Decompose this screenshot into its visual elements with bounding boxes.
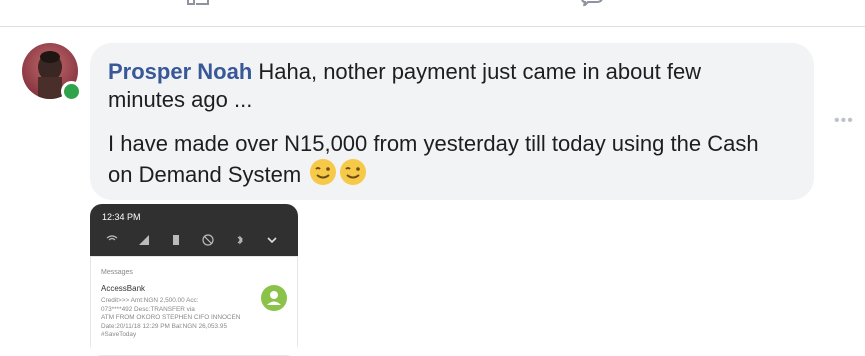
comment-line-3: I have made over N15,000 from yesterday … bbox=[108, 131, 759, 156]
notification-body-line: Date:20/11/18 12:29 PM Bal:NGN 26,053.95 bbox=[101, 322, 227, 330]
bluetooth-icon bbox=[237, 235, 243, 245]
chevron-down-icon bbox=[267, 237, 277, 244]
like-icon[interactable] bbox=[186, 0, 212, 6]
battery-icon bbox=[173, 235, 179, 245]
comment-bubble: Prosper Noah Haha, nother payment just c… bbox=[90, 43, 814, 200]
winking-smile-emoji-icon bbox=[310, 159, 337, 185]
notification-body-line: ATM FROM OKORO STEPHEN CIFO INNOCEN bbox=[101, 314, 241, 322]
post-action-bar bbox=[0, 0, 865, 27]
comment-line-2: minutes ago ... bbox=[108, 87, 253, 112]
winking-smile-emoji-icon bbox=[340, 159, 367, 185]
comment-author-link[interactable]: Prosper Noah bbox=[108, 59, 252, 84]
phone-status-bar: 12:34 PM bbox=[90, 204, 298, 256]
notification-app-label: Messages bbox=[101, 269, 133, 276]
contact-avatar-icon bbox=[261, 285, 287, 311]
comment-line-4: on Demand System bbox=[108, 158, 367, 189]
comment-icon[interactable] bbox=[580, 0, 606, 6]
image-attachment[interactable]: 12:34 PM Messages AccessBank Credit>>> A… bbox=[90, 204, 298, 356]
comment-line-1: Prosper Noah Haha, nother payment just c… bbox=[108, 58, 701, 86]
do-not-disturb-icon bbox=[202, 234, 214, 246]
notification-sender: AccessBank bbox=[101, 284, 146, 293]
comment-line-4-text: on Demand System bbox=[108, 162, 302, 187]
online-status-icon bbox=[61, 81, 82, 102]
notification-body-line: #SaveToday bbox=[101, 331, 137, 339]
phone-time: 12:34 PM bbox=[102, 212, 141, 222]
more-options-icon[interactable]: ••• bbox=[834, 113, 858, 129]
comment-text: Haha, nother payment just came in about … bbox=[252, 59, 702, 84]
notification-card: Messages AccessBank Credit>>> Amt:NGN 2,… bbox=[90, 256, 298, 356]
signal-icon bbox=[139, 235, 149, 245]
wifi-off-icon bbox=[106, 235, 118, 241]
